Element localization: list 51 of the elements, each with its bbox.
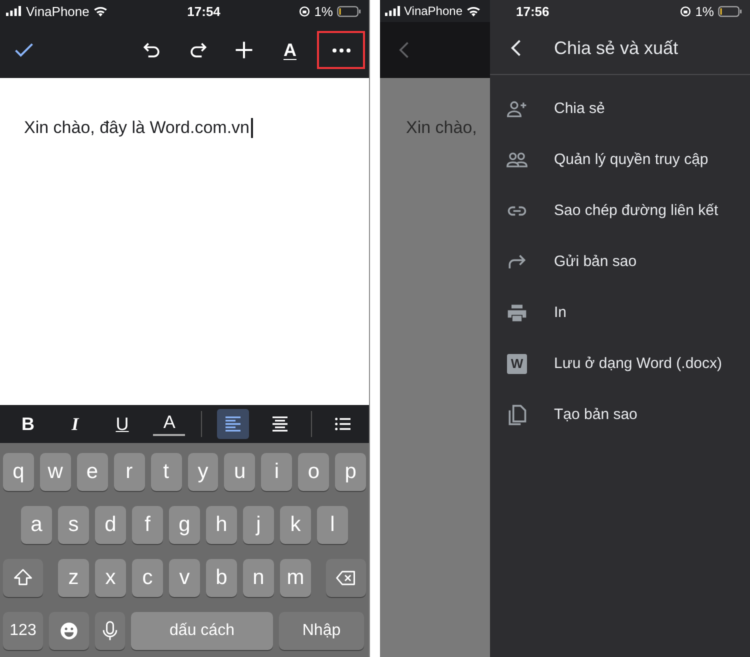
battery-percent: 1% — [314, 4, 333, 18]
keyboard-key[interactable]: e — [76, 453, 108, 491]
keyboard-key[interactable]: z — [58, 559, 89, 597]
document-text[interactable]: Xin chào, đây là Word.com.vn — [24, 118, 253, 138]
bold-button[interactable]: B — [12, 409, 44, 439]
keyboard-key[interactable]: s — [58, 506, 89, 544]
keyboard-key[interactable]: v — [169, 559, 200, 597]
keyboard-key[interactable]: o — [298, 453, 330, 491]
return-key[interactable]: Nhập — [279, 612, 364, 650]
carrier-name: VinaPhone — [404, 4, 462, 18]
keyboard-key[interactable]: i — [261, 453, 292, 491]
document-text: Xin chào, — [406, 118, 478, 138]
italic-button[interactable]: I — [59, 409, 92, 439]
keyboard-key[interactable]: r — [114, 453, 145, 491]
keyboard-key[interactable]: h — [206, 506, 237, 544]
keyboard-key[interactable]: u — [224, 453, 256, 491]
menu-item[interactable]: W Lưu ở dạng Word (.docx) — [490, 338, 750, 389]
keyboard-key[interactable]: n — [243, 559, 274, 597]
menu-title: Chia sẻ và xuất — [554, 38, 678, 58]
keyboard-key[interactable]: x — [95, 559, 126, 597]
keyboard-key[interactable]: c — [132, 559, 163, 597]
text-format-button[interactable]: A — [267, 31, 313, 69]
keyboard-key[interactable]: p — [335, 453, 366, 491]
keyboard-key[interactable]: f — [132, 506, 163, 544]
underline-button[interactable]: U — [106, 409, 138, 439]
menu-item[interactable]: Tạo bản sao — [490, 389, 750, 440]
keyboard-key[interactable]: b — [206, 559, 237, 597]
space-key[interactable]: dấu cách — [131, 612, 273, 650]
text-color-button[interactable]: A — [153, 409, 186, 439]
keyboard-key[interactable]: w — [40, 453, 71, 491]
menu-item[interactable]: Gửi bản sao — [490, 236, 750, 287]
battery-percent: 1% — [695, 4, 714, 18]
keyboard-key[interactable]: l — [317, 506, 348, 544]
clock-time: 17:56 — [516, 4, 550, 18]
keyboard-key[interactable]: t — [150, 453, 182, 491]
keyboard-key[interactable]: k — [280, 506, 311, 544]
keyboard-key[interactable]: g — [169, 506, 200, 544]
numbers-key[interactable]: 123 — [3, 612, 43, 650]
clock-time: 17:54 — [187, 4, 220, 18]
keyboard-key[interactable]: a — [21, 506, 52, 544]
keyboard-key[interactable]: j — [243, 506, 274, 544]
menu-item[interactable]: In — [490, 287, 750, 338]
keyboard-key[interactable]: q — [2, 453, 34, 491]
keyboard-key[interactable]: m — [280, 559, 311, 597]
menu-item[interactable]: Sao chép đường liên kết — [490, 185, 750, 236]
carrier-name: VinaPhone — [26, 4, 90, 18]
word-icon: W — [507, 354, 527, 374]
keyboard-key[interactable]: y — [188, 453, 218, 491]
menu-item[interactable]: Chia sẻ — [490, 83, 750, 134]
menu-item[interactable]: Quản lý quyền truy cập — [490, 134, 750, 185]
keyboard-key[interactable]: d — [95, 506, 126, 544]
